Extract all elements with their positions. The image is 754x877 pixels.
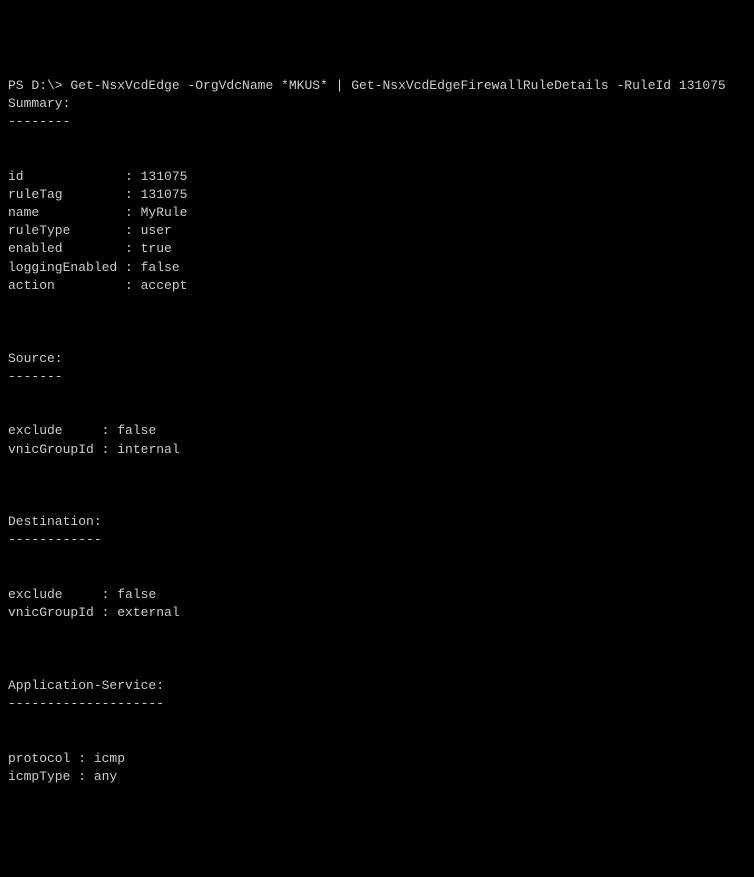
summary-action-value: accept [141, 278, 188, 293]
summary-loggingenabled-label: loggingEnabled [8, 260, 117, 275]
appservice-protocol-value: icmp [94, 751, 125, 766]
separator: : [117, 205, 140, 220]
summary-name-value: MyRule [141, 205, 188, 220]
terminal-output[interactable]: PS D:\> Get-NsxVcdEdge -OrgVdcName *MKUS… [8, 77, 746, 786]
summary-name-label: name [8, 205, 117, 220]
separator: : [117, 187, 140, 202]
summary-id-value: 131075 [141, 169, 188, 184]
summary-enabled-label: enabled [8, 241, 117, 256]
separator: : [70, 769, 93, 784]
summary-ruletype-value: user [141, 223, 172, 238]
appservice-icmptype-label: icmpType [8, 769, 70, 784]
summary-ruletag-label: ruleTag [8, 187, 117, 202]
summary-ruletag-value: 131075 [141, 187, 188, 202]
destination-vnicgroupid-label: vnicGroupId [8, 605, 94, 620]
separator: : [94, 423, 117, 438]
source-underline: ------- [8, 369, 63, 384]
separator: : [94, 605, 117, 620]
separator: : [94, 587, 117, 602]
summary-ruletype-label: ruleType [8, 223, 117, 238]
summary-enabled-value: true [141, 241, 172, 256]
separator: : [117, 169, 140, 184]
destination-exclude-value: false [117, 587, 156, 602]
appservice-icmptype-value: any [94, 769, 117, 784]
source-exclude-label: exclude [8, 423, 94, 438]
source-header: Source: [8, 351, 63, 366]
summary-id-label: id [8, 169, 117, 184]
source-vnicgroupid-label: vnicGroupId [8, 442, 94, 457]
source-vnicgroupid-value: internal [117, 442, 179, 457]
command-prompt-line: PS D:\> Get-NsxVcdEdge -OrgVdcName *MKUS… [8, 78, 726, 93]
summary-header: Summary: [8, 96, 70, 111]
separator: : [70, 751, 93, 766]
separator: : [117, 278, 140, 293]
summary-action-label: action [8, 278, 117, 293]
appservice-protocol-label: protocol [8, 751, 70, 766]
destination-exclude-label: exclude [8, 587, 94, 602]
appservice-underline: -------------------- [8, 696, 164, 711]
summary-underline: -------- [8, 114, 70, 129]
separator: : [94, 442, 117, 457]
summary-loggingenabled-value: false [141, 260, 180, 275]
separator: : [117, 260, 140, 275]
destination-underline: ------------ [8, 532, 102, 547]
destination-vnicgroupid-value: external [117, 605, 179, 620]
destination-header: Destination: [8, 514, 102, 529]
source-exclude-value: false [117, 423, 156, 438]
appservice-header: Application-Service: [8, 678, 164, 693]
separator: : [117, 241, 140, 256]
separator: : [117, 223, 140, 238]
